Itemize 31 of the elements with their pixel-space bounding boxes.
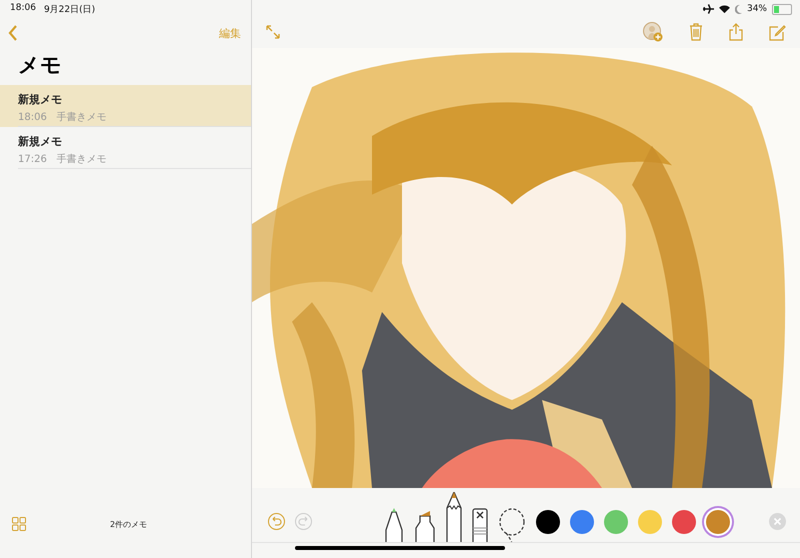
eraser-tool[interactable] — [472, 508, 488, 542]
lasso-tool[interactable] — [498, 508, 526, 542]
battery-icon — [772, 4, 792, 14]
color-swatch[interactable] — [570, 510, 594, 534]
battery-percent: 34% — [746, 4, 767, 14]
back-icon[interactable] — [8, 25, 18, 41]
status-date: 9月22日(日) — [44, 4, 96, 15]
marker-tool[interactable] — [414, 508, 436, 542]
color-swatch[interactable] — [604, 510, 628, 534]
color-swatch[interactable] — [638, 510, 662, 534]
trash-icon[interactable] — [689, 23, 703, 41]
compose-icon[interactable] — [769, 24, 786, 40]
note-count: 2件のメモ — [110, 518, 148, 530]
gallery-icon[interactable] — [12, 517, 26, 531]
expand-icon[interactable] — [266, 25, 280, 39]
note-item[interactable]: 新規メモ 18:06 手書きメモ — [0, 85, 251, 127]
airplane-icon — [702, 4, 714, 14]
moon-icon — [734, 4, 742, 14]
pen-tool[interactable] — [384, 508, 404, 542]
pencil-tool[interactable] — [446, 492, 462, 542]
share-icon[interactable] — [729, 23, 743, 41]
notes-title: メモ — [18, 52, 63, 79]
color-swatch[interactable] — [672, 510, 696, 534]
close-icon[interactable] — [769, 513, 786, 530]
status-time: 18:06 — [10, 3, 36, 15]
undo-icon[interactable] — [268, 513, 285, 530]
wifi-icon — [718, 4, 730, 14]
note-item[interactable]: 新規メモ 17:26 手書きメモ — [0, 127, 251, 169]
color-swatch[interactable] — [536, 510, 560, 534]
add-person-icon[interactable] — [643, 22, 663, 42]
color-swatch[interactable] — [706, 510, 730, 534]
